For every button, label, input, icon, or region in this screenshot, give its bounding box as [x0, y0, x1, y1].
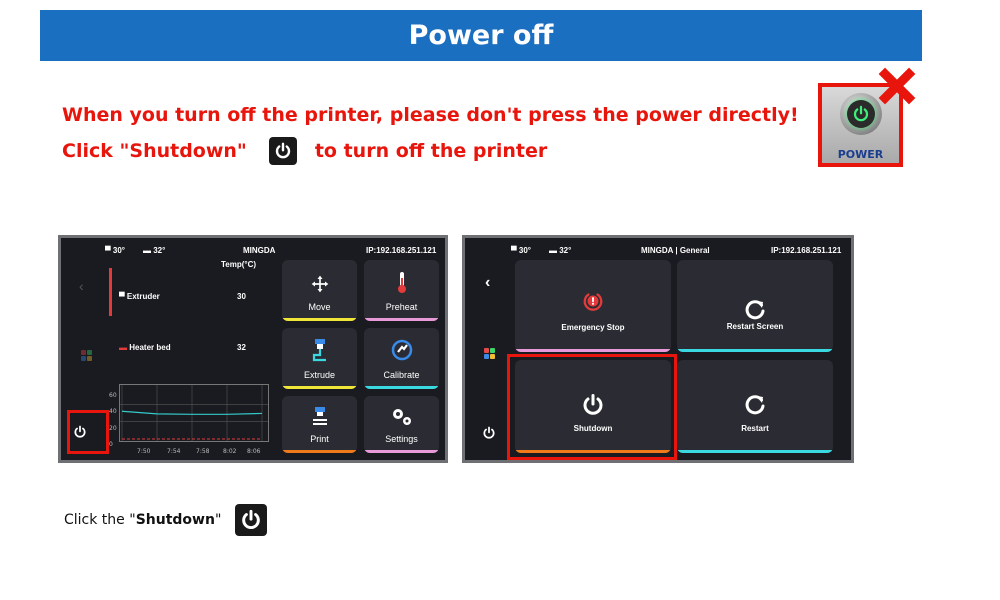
extrude-button[interactable]: Extrude [282, 328, 357, 389]
y-tick: 20 [109, 425, 117, 432]
move-button[interactable]: Move [282, 260, 357, 321]
extruder-temp-status: ▀ 30° [105, 246, 125, 255]
instruction-caption: Click the " Shutdown " [64, 504, 268, 536]
print-button[interactable]: Print [282, 396, 357, 453]
refresh-icon [745, 300, 765, 320]
x-tick: 7:50 [137, 448, 151, 455]
power-icon [235, 504, 268, 536]
emergency-stop-icon [583, 293, 603, 311]
caption-bold: Shutdown [135, 512, 215, 528]
back-icon[interactable]: ‹ [79, 278, 84, 294]
calibrate-icon [391, 339, 412, 361]
warning-click-shutdown: Click "Shutdown" [62, 140, 247, 162]
y-tick: 40 [109, 408, 117, 415]
power-label: POWER [837, 148, 884, 161]
power-knob-icon [840, 93, 882, 135]
preheat-button[interactable]: Preheat [364, 260, 439, 321]
y-tick: 60 [109, 392, 117, 399]
x-tick: 7:54 [167, 448, 181, 455]
warning-turn-off: to turn off the printer [314, 140, 548, 162]
warning-line-1: When you turn off the printer, please do… [62, 104, 799, 126]
bed-temp-status: ▬ 32° [549, 246, 572, 255]
screen-title: MINGDA [243, 246, 276, 255]
gears-icon [392, 409, 411, 425]
cross-icon [878, 67, 916, 105]
warning-line-2: Click "Shutdown" to turn off the printer [62, 137, 547, 165]
settings-button[interactable]: Settings [364, 396, 439, 453]
x-tick: 7:58 [196, 448, 210, 455]
move-icon [311, 275, 328, 293]
print-icon [312, 407, 327, 425]
screen-title: MINGDA | General [641, 246, 710, 255]
extruder-indicator [109, 268, 112, 316]
extruder-temp-status: ▀ 30° [511, 246, 531, 255]
bed-temp-status: ▬ 32° [143, 246, 166, 255]
highlight-box [67, 410, 109, 454]
temperature-chart [119, 384, 269, 442]
extruder-row[interactable]: ▀ Extruder [119, 292, 160, 301]
ip-address: IP:192.168.251.121 [366, 246, 437, 255]
emergency-stop-button[interactable]: Emergency Stop [515, 260, 671, 352]
thermometer-icon [397, 272, 406, 293]
status-bar: ▀ 30° ▬ 32° MINGDA | General IP:192.168.… [465, 244, 851, 258]
back-icon[interactable]: ‹ [485, 274, 490, 292]
restart-screen-button[interactable]: Restart Screen [677, 260, 833, 352]
status-bar: ▀ 30° ▬ 32° MINGDA IP:192.168.251.121 [61, 244, 445, 258]
power-icon[interactable] [482, 426, 496, 445]
extruder-icon: ▀ [119, 292, 127, 301]
extruder-icon [312, 339, 326, 362]
menu-grid-icon[interactable] [81, 350, 92, 361]
x-tick: 8:06 [247, 448, 261, 455]
restart-button[interactable]: Restart [677, 360, 833, 453]
printer-general-screen: ▀ 30° ▬ 32° MINGDA | General IP:192.168.… [462, 235, 854, 463]
ip-address: IP:192.168.251.121 [771, 246, 842, 255]
heater-bed-row[interactable]: ▬ Heater bed [119, 343, 171, 352]
menu-grid-icon[interactable] [484, 348, 495, 359]
highlight-box [507, 354, 677, 460]
page-banner: Power off [40, 10, 922, 61]
heater-bed-icon: ▬ [119, 343, 130, 352]
y-tick: 0 [109, 441, 113, 448]
temp-header: Temp(°C) [221, 260, 257, 269]
power-icon [268, 137, 297, 165]
refresh-icon [745, 395, 765, 415]
x-tick: 8:02 [223, 448, 237, 455]
heater-bed-temp-value: 32 [237, 343, 246, 352]
printer-home-screen: ▀ 30° ▬ 32° MINGDA IP:192.168.251.121 ‹ … [58, 235, 448, 463]
extruder-temp-value: 30 [237, 292, 246, 301]
calibrate-button[interactable]: Calibrate [364, 328, 439, 389]
